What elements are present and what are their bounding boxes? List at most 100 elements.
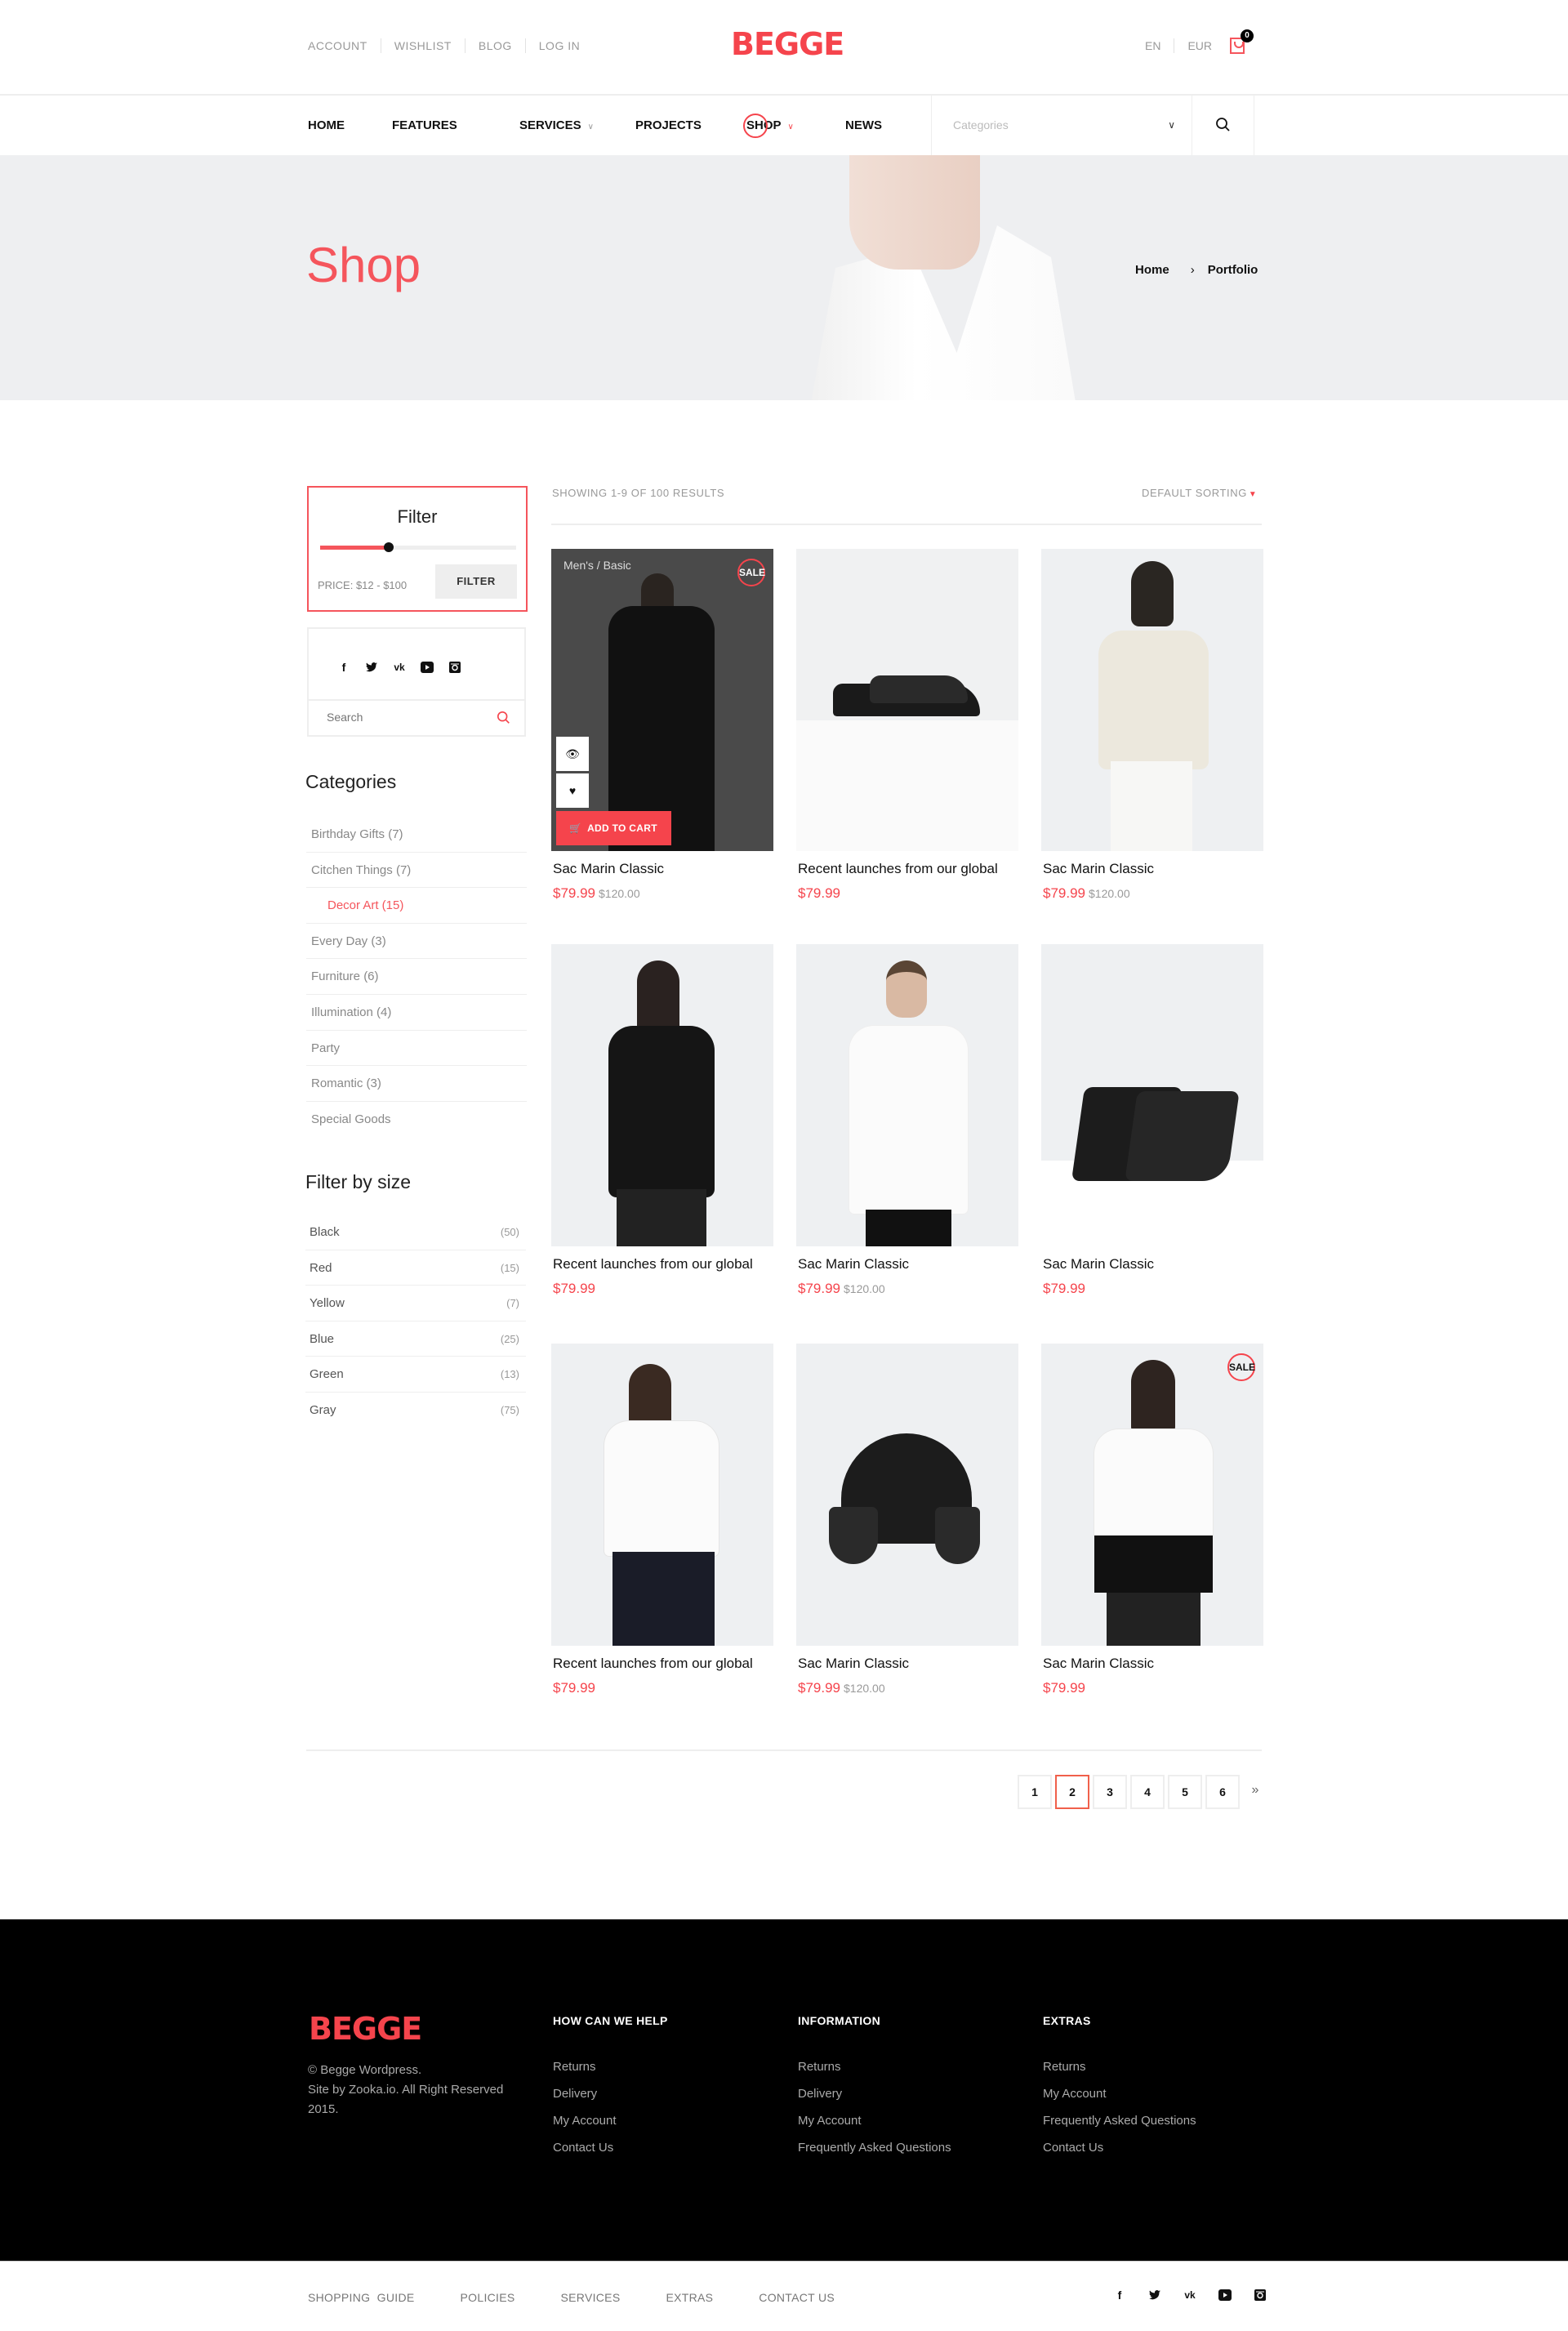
size-item[interactable]: Blue (25) xyxy=(305,1321,526,1357)
twitter-icon[interactable] xyxy=(1146,2286,1164,2304)
footer-link[interactable]: Delivery xyxy=(553,2087,668,2114)
size-item[interactable]: Red (15) xyxy=(305,1250,526,1286)
filter-button[interactable]: FILTER xyxy=(435,564,517,599)
breadcrumb-home[interactable]: Home xyxy=(1135,263,1169,277)
size-item[interactable]: Yellow (7) xyxy=(305,1286,526,1321)
quick-view-button[interactable]: 👁 xyxy=(556,737,589,771)
product-title[interactable]: Recent launches from our global xyxy=(798,861,998,877)
product-image[interactable] xyxy=(1041,549,1263,851)
page-button-current[interactable]: 2 xyxy=(1055,1775,1089,1809)
product-image[interactable] xyxy=(796,549,1018,851)
nav-home[interactable]: HOME xyxy=(308,96,345,155)
nav-shop[interactable]: SHOP ∨ xyxy=(743,96,794,155)
search-icon[interactable] xyxy=(497,711,511,725)
category-item[interactable]: Party xyxy=(306,1031,527,1067)
product-title[interactable]: Sac Marin Classic xyxy=(1043,1656,1154,1672)
vk-icon[interactable]: vk xyxy=(390,658,408,676)
bottom-link[interactable]: CONTACT US xyxy=(759,2291,835,2304)
category-item[interactable]: Special Goods xyxy=(306,1102,527,1138)
nav-services[interactable]: SERVICES ∨ xyxy=(519,96,594,155)
footer-link[interactable]: My Account xyxy=(798,2114,951,2141)
youtube-icon[interactable] xyxy=(418,658,436,676)
language-selector[interactable]: EN xyxy=(1145,38,1174,53)
page-button[interactable]: 6 xyxy=(1205,1775,1240,1809)
footer-column-help: HOW CAN WE HELP Returns Delivery My Acco… xyxy=(553,2014,668,2168)
footer-link[interactable]: Contact Us xyxy=(553,2141,668,2168)
product-image[interactable] xyxy=(796,944,1018,1246)
sidebar-search-input[interactable] xyxy=(327,711,474,724)
category-item[interactable]: Birthday Gifts (7) xyxy=(306,817,527,853)
nav-news[interactable]: NEWS xyxy=(845,96,882,155)
size-item[interactable]: Gray (75) xyxy=(305,1393,526,1428)
price-slider[interactable] xyxy=(320,542,516,552)
product-title[interactable]: Sac Marin Classic xyxy=(1043,1256,1154,1272)
footer-logo[interactable]: BEGGE xyxy=(309,2011,422,2047)
site-logo[interactable]: BEGGE xyxy=(731,26,844,62)
product-title[interactable]: Recent launches from our global xyxy=(553,1656,753,1672)
blog-link[interactable]: BLOG xyxy=(464,38,525,53)
account-link[interactable]: ACCOUNT xyxy=(308,38,381,53)
twitter-icon[interactable] xyxy=(363,658,381,676)
category-item[interactable]: Citchen Things (7) xyxy=(306,853,527,889)
currency-selector[interactable]: EUR xyxy=(1174,38,1225,53)
wishlist-link[interactable]: WISHLIST xyxy=(380,38,465,53)
size-item[interactable]: Black (50) xyxy=(305,1215,526,1250)
footer-link[interactable]: My Account xyxy=(1043,2087,1196,2114)
category-item[interactable]: Furniture (6) xyxy=(306,959,527,995)
footer-link[interactable]: Delivery xyxy=(798,2087,951,2114)
footer-link[interactable]: Contact Us xyxy=(1043,2141,1196,2168)
size-item[interactable]: Green (13) xyxy=(305,1357,526,1393)
bottom-link[interactable]: SERVICES xyxy=(561,2291,621,2304)
price-slider-fill xyxy=(320,546,389,550)
bottom-link[interactable]: SHOPPING GUIDE xyxy=(308,2291,415,2304)
product-title[interactable]: Sac Marin Classic xyxy=(553,861,664,877)
youtube-icon[interactable] xyxy=(1216,2286,1234,2304)
footer-link[interactable]: Returns xyxy=(553,2060,668,2087)
product-image[interactable] xyxy=(551,1344,773,1646)
instagram-icon[interactable] xyxy=(446,658,464,676)
product-category-label[interactable]: Men's / Basic xyxy=(564,559,631,572)
sort-dropdown[interactable]: DEFAULT SORTING ▼ xyxy=(1142,487,1257,499)
instagram-icon[interactable] xyxy=(1251,2286,1269,2304)
product-image[interactable] xyxy=(796,1344,1018,1646)
footer-link[interactable]: Returns xyxy=(1043,2060,1196,2087)
product-image[interactable]: SALE xyxy=(1041,1344,1263,1646)
nav-search-button[interactable] xyxy=(1192,96,1254,155)
facebook-icon[interactable]: f xyxy=(335,658,353,676)
product-image[interactable] xyxy=(1041,944,1263,1246)
product-price: $79.99 xyxy=(553,1680,599,1696)
add-to-cart-button[interactable]: 🛒 ADD TO CART xyxy=(556,811,671,845)
page-button[interactable]: 3 xyxy=(1093,1775,1127,1809)
facebook-icon[interactable]: f xyxy=(1111,2286,1129,2304)
product-title[interactable]: Sac Marin Classic xyxy=(798,1656,909,1672)
next-page-icon[interactable]: » xyxy=(1243,1775,1267,1809)
page-button[interactable]: 5 xyxy=(1168,1775,1202,1809)
login-link[interactable]: LOG IN xyxy=(524,38,593,53)
footer-link[interactable]: Frequently Asked Questions xyxy=(798,2141,951,2168)
footer-link[interactable]: My Account xyxy=(553,2114,668,2141)
category-item[interactable]: Illumination (4) xyxy=(306,995,527,1031)
category-item[interactable]: Romantic (3) xyxy=(306,1066,527,1102)
bottom-link[interactable]: POLICIES xyxy=(461,2291,515,2304)
product-image[interactable] xyxy=(551,944,773,1246)
product-title[interactable]: Sac Marin Classic xyxy=(798,1256,909,1272)
footer-link[interactable]: Returns xyxy=(798,2060,951,2087)
sale-badge: SALE xyxy=(737,559,765,586)
price-slider-handle[interactable] xyxy=(384,542,394,552)
wishlist-button[interactable]: ♥ xyxy=(556,773,589,808)
category-item[interactable]: Every Day (3) xyxy=(306,924,527,960)
product-title[interactable]: Sac Marin Classic xyxy=(1043,861,1154,877)
bottom-link[interactable]: EXTRAS xyxy=(666,2291,713,2304)
product-image[interactable]: Men's / Basic SALE 👁 ♥ 🛒 ADD TO CART xyxy=(551,549,773,851)
footer-link[interactable]: Frequently Asked Questions xyxy=(1043,2114,1196,2141)
sneaker-right xyxy=(1125,1091,1240,1181)
category-item-active[interactable]: Decor Art (15) xyxy=(306,888,527,924)
vk-icon[interactable]: vk xyxy=(1181,2286,1199,2304)
search-icon xyxy=(1216,118,1230,131)
nav-features[interactable]: FEATURES xyxy=(392,96,457,155)
categories-select[interactable]: Categories ∨ xyxy=(931,96,1192,155)
page-button[interactable]: 1 xyxy=(1018,1775,1052,1809)
product-title[interactable]: Recent launches from our global xyxy=(553,1256,753,1272)
page-button[interactable]: 4 xyxy=(1130,1775,1165,1809)
nav-projects[interactable]: PROJECTS xyxy=(635,96,702,155)
